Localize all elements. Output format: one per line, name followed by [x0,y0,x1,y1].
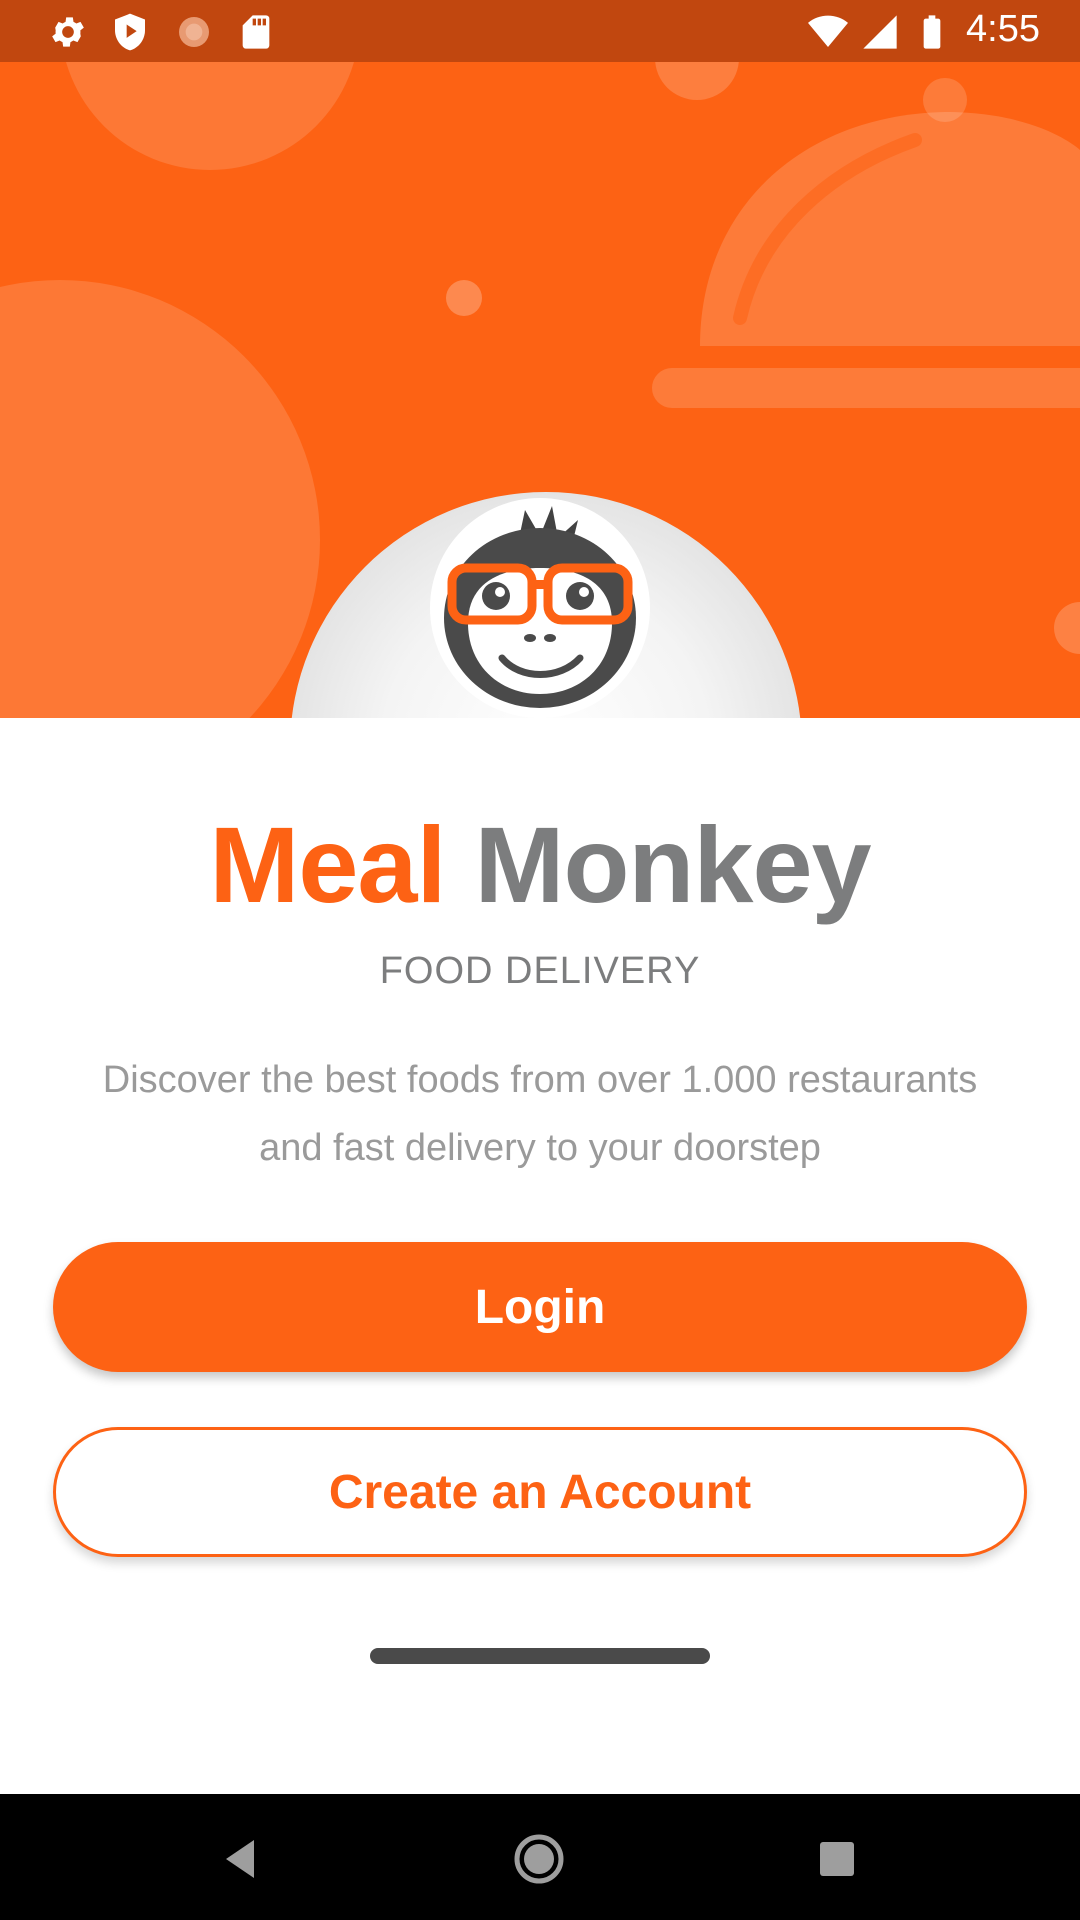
battery-icon [923,15,941,49]
navigation-bar [0,1794,1080,1920]
home-icon [514,1834,564,1884]
home-indicator [370,1648,710,1664]
back-icon [226,1840,254,1878]
wifi-icon [808,15,848,47]
home-button[interactable] [504,1824,574,1894]
app-title: Meal Monkey [0,800,1080,930]
app-title-meal: Meal [209,804,446,925]
loading-icon [179,17,209,47]
cell-signal-icon [863,15,897,49]
gear-icon [52,17,84,47]
cloche-icon [652,78,1080,408]
tagline: FOOD DELIVERY [379,950,701,992]
status-bar: 4:55 [0,0,1080,62]
shield-play-icon [115,13,145,51]
login-button[interactable]: Login [53,1242,1027,1372]
app-title-monkey: Monkey [474,804,872,925]
create-account-button[interactable]: Create an Account [53,1427,1027,1557]
back-button[interactable] [206,1824,276,1894]
create-account-button-label: Create an Account [328,1465,752,1519]
sd-card-icon [242,15,270,49]
monkey-logo [430,498,650,718]
recents-icon [820,1842,854,1876]
login-button-label: Login [474,1280,606,1334]
recents-button[interactable] [802,1824,872,1894]
description-text: Discover the best foods from over 1.000 … [102,1059,978,1169]
hero-banner [0,0,1080,718]
status-time: 4:55 [966,8,1040,50]
